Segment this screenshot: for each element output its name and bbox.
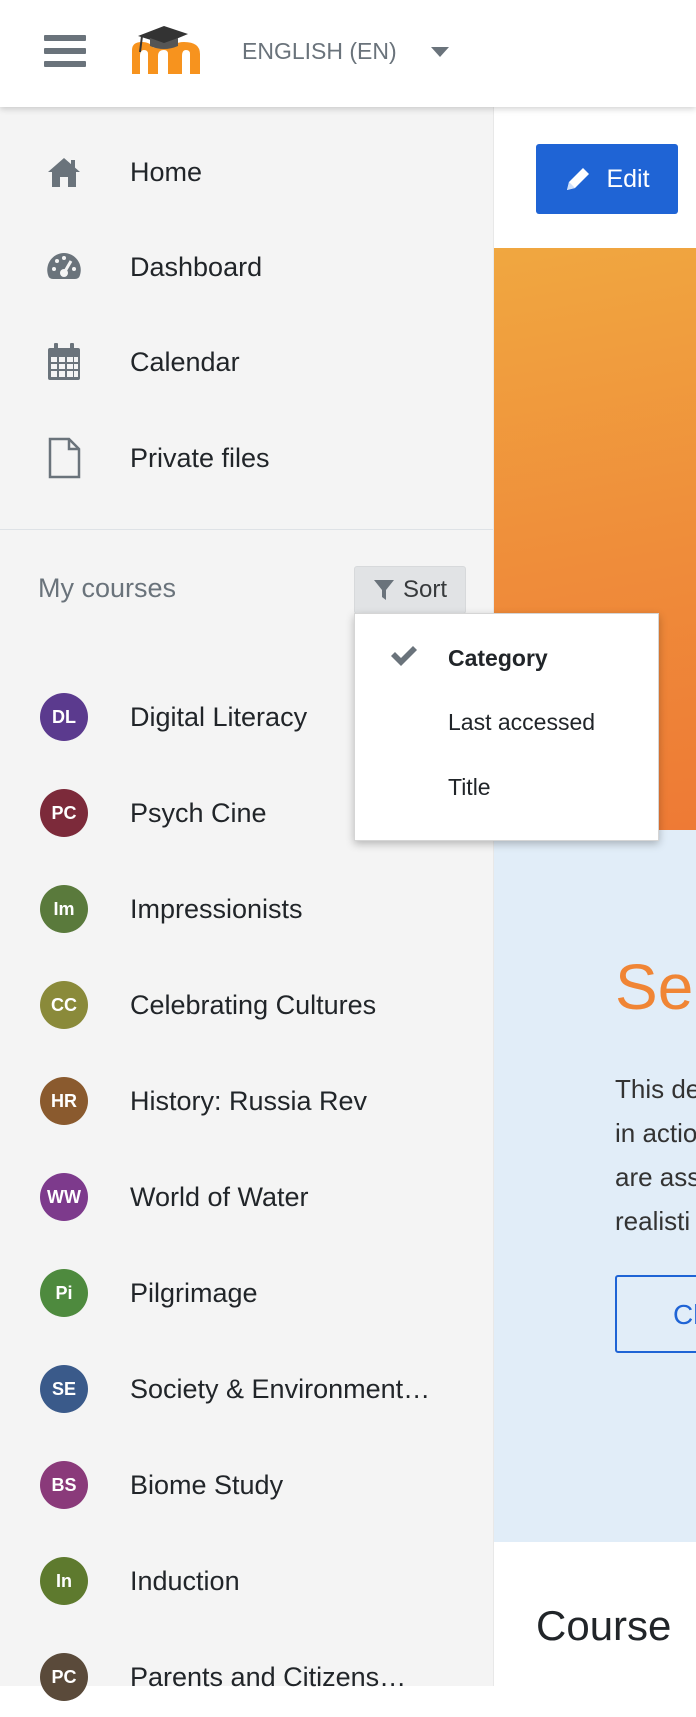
nav-item-dashboard[interactable]: Dashboard xyxy=(0,227,493,307)
moodle-logo[interactable] xyxy=(128,22,206,80)
info-text-line: realisti xyxy=(615,1206,691,1236)
info-text-line: are ass xyxy=(615,1162,696,1192)
course-name: Induction xyxy=(130,1565,240,1596)
course-name: History: Russia Rev xyxy=(130,1085,368,1116)
my-courses-heading: My courses xyxy=(38,573,177,603)
course-name: Digital Literacy xyxy=(130,701,308,732)
sort-option-title[interactable]: Title xyxy=(355,757,658,817)
nav-item-home[interactable]: Home xyxy=(0,132,493,212)
edit-label: Edit xyxy=(606,164,650,193)
course-item[interactable]: Im Impressionists xyxy=(0,869,493,949)
info-text-line: in actio xyxy=(615,1118,696,1148)
course-avatar: CC xyxy=(40,981,88,1029)
course-section-heading: Course xyxy=(536,1602,672,1649)
edit-button[interactable]: Edit xyxy=(536,144,678,214)
course-avatar: WW xyxy=(40,1173,88,1221)
sort-option-label: Category xyxy=(448,644,548,671)
course-name: Pilgrimage xyxy=(130,1277,258,1308)
course-avatar: PC xyxy=(40,789,88,837)
course-name: Society & Environment… xyxy=(130,1373,431,1404)
sort-option-label: Title xyxy=(448,773,491,800)
course-avatar: Im xyxy=(40,885,88,933)
file-icon xyxy=(44,437,84,479)
info-text: This de in actio are ass realisti xyxy=(615,1067,696,1243)
sort-option-last-accessed[interactable]: Last accessed xyxy=(355,692,658,752)
sort-option-category[interactable]: Category xyxy=(355,628,658,688)
check-icon xyxy=(389,644,419,673)
nav-item-label: Calendar xyxy=(130,346,240,377)
calendar-icon xyxy=(44,342,84,382)
info-text-line: This de xyxy=(615,1074,696,1104)
nav-item-private-files[interactable]: Private files xyxy=(0,418,493,498)
drawer-divider xyxy=(0,529,493,530)
course-item[interactable]: In Induction xyxy=(0,1541,493,1621)
course-name: Impressionists xyxy=(130,893,303,924)
course-avatar: In xyxy=(40,1557,88,1605)
info-action-label: Cl xyxy=(673,1299,696,1330)
language-label: ENGLISH (EN) xyxy=(242,38,397,64)
nav-item-label: Private files xyxy=(130,442,270,473)
info-action-button[interactable]: Cl xyxy=(615,1275,696,1353)
nav-item-calendar[interactable]: Calendar xyxy=(0,322,493,402)
course-name: Parents and Citizens… xyxy=(130,1661,407,1692)
dashboard-icon xyxy=(44,247,84,287)
home-icon xyxy=(44,152,84,192)
course-avatar: DL xyxy=(40,693,88,741)
menu-toggle-icon[interactable] xyxy=(44,35,86,71)
course-item[interactable]: BS Biome Study xyxy=(0,1445,493,1525)
filter-icon xyxy=(373,580,394,600)
caret-down-icon xyxy=(430,46,449,57)
sort-dropdown-menu: Category Last accessed Title xyxy=(354,613,659,841)
course-avatar: HR xyxy=(40,1077,88,1125)
course-avatar: SE xyxy=(40,1365,88,1413)
pencil-icon xyxy=(567,168,590,190)
course-item[interactable]: HR History: Russia Rev xyxy=(0,1061,493,1141)
info-heading: See xyxy=(615,951,696,1023)
course-item[interactable]: WW World of Water xyxy=(0,1157,493,1237)
course-name: World of Water xyxy=(130,1181,309,1212)
sort-option-label: Last accessed xyxy=(448,708,596,735)
course-avatar: BS xyxy=(40,1461,88,1509)
course-name: Biome Study xyxy=(130,1469,284,1500)
course-item[interactable]: Pi Pilgrimage xyxy=(0,1253,493,1333)
nav-item-label: Dashboard xyxy=(130,251,263,282)
course-name: Celebrating Cultures xyxy=(130,989,377,1020)
course-item[interactable]: SE Society & Environment… xyxy=(0,1349,493,1429)
language-selector[interactable]: ENGLISH (EN) xyxy=(242,38,449,65)
course-item[interactable]: CC Celebrating Cultures xyxy=(0,965,493,1045)
sort-label: Sort xyxy=(402,576,447,603)
course-avatar: Pi xyxy=(40,1269,88,1317)
info-panel: See This de in actio are ass realisti Cl xyxy=(494,830,696,1542)
sort-button[interactable]: Sort xyxy=(354,566,466,614)
course-item[interactable]: PC Parents and Citizens… xyxy=(0,1637,493,1717)
course-name: Psych Cine xyxy=(130,797,267,828)
nav-item-label: Home xyxy=(130,156,203,187)
course-avatar: PC xyxy=(40,1653,88,1701)
top-navbar: ENGLISH (EN) xyxy=(0,0,696,107)
nav-drawer: Home Dashboard Calendar Private files My… xyxy=(0,107,494,1701)
